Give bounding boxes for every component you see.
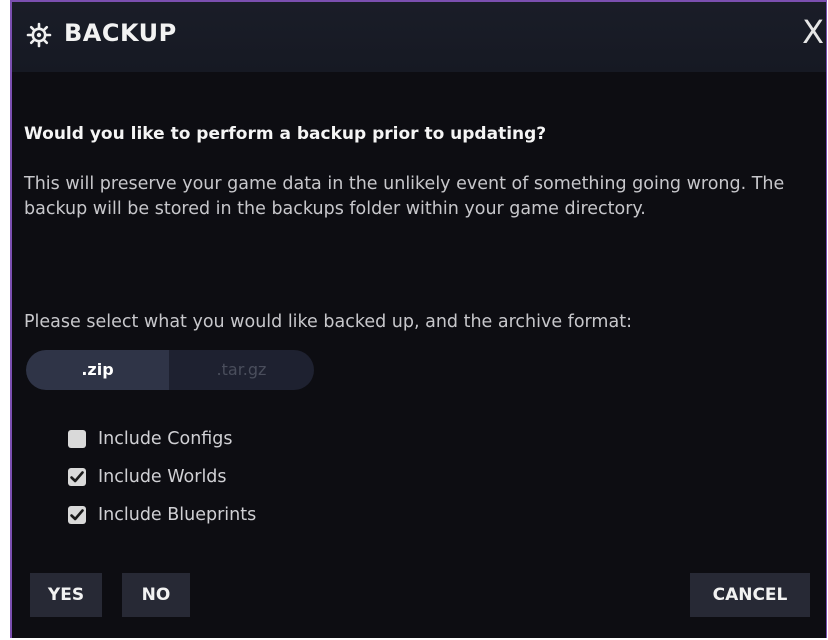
include-blueprints-label: Include Blueprints [98,505,257,525]
include-configs-label: Include Configs [98,429,233,449]
include-configs-row[interactable]: Include Configs [68,420,256,458]
backup-description: This will preserve your game data in the… [24,174,785,219]
backup-dialog: BACKUP X Would you like to perform a bac… [10,0,827,638]
include-worlds-row[interactable]: Include Worlds [68,458,256,496]
format-targz-option[interactable]: .tar.gz [169,350,314,390]
dialog-title: BACKUP [64,19,177,47]
dialog-titlebar: BACKUP X [12,2,826,72]
include-worlds-label: Include Worlds [98,467,227,487]
checkmark-icon [70,471,84,483]
checkmark-icon [70,509,84,521]
include-blueprints-checkbox[interactable] [68,506,86,524]
cancel-button[interactable]: CANCEL [690,573,810,617]
include-blueprints-row[interactable]: Include Blueprints [68,496,256,534]
yes-button[interactable]: YES [30,573,102,617]
backup-question: Would you like to perform a backup prior… [24,124,547,144]
format-zip-option[interactable]: .zip [26,350,169,390]
include-configs-checkbox[interactable] [68,430,86,448]
backup-options-list: Include Configs Include Worlds Include B… [68,420,256,534]
include-worlds-checkbox[interactable] [68,468,86,486]
select-prompt: Please select what you would like backed… [24,312,632,332]
close-button[interactable]: X [802,12,824,52]
gear-icon [26,22,52,48]
archive-format-toggle: .zip .tar.gz [26,350,314,390]
no-button[interactable]: NO [122,573,190,617]
